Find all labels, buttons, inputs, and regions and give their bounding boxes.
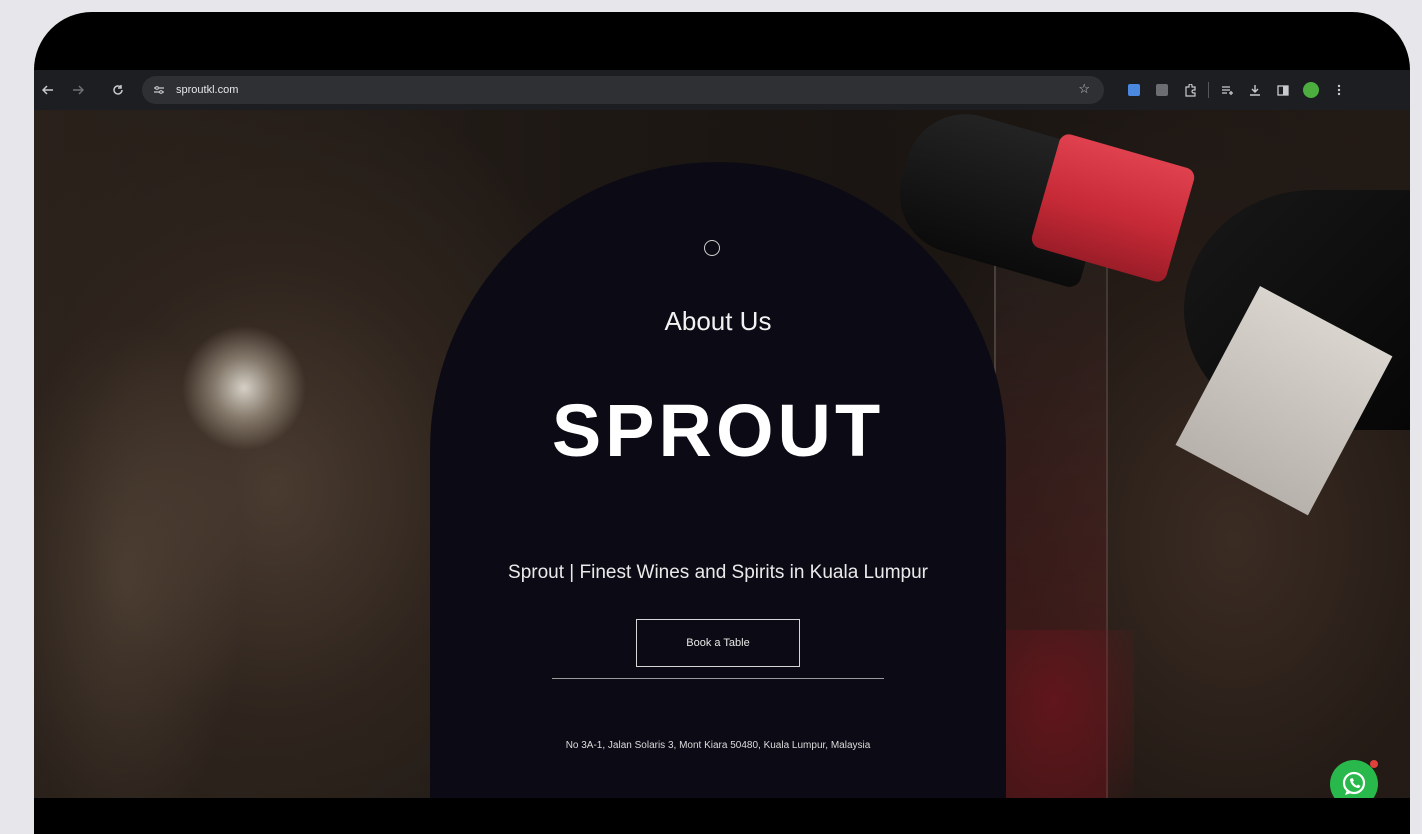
browser-toolbar: sproutkl.com ☆ — [34, 70, 1410, 110]
reload-icon[interactable] — [104, 76, 132, 104]
extensions-puzzle-icon[interactable] — [1176, 76, 1204, 104]
extension-translate-icon[interactable] — [1120, 76, 1148, 104]
url-text: sproutkl.com — [176, 84, 239, 96]
brand-title: SPROUT — [551, 389, 885, 472]
book-table-button[interactable]: Book a Table — [636, 619, 800, 667]
whatsapp-icon — [1342, 771, 1366, 795]
website-page: About Us SPROUT Sprout | Finest Wines an… — [34, 110, 1410, 798]
device-frame: sproutkl.com ☆ About Us SPROUT Sprout | … — [34, 12, 1410, 834]
about-heading: About Us — [664, 306, 772, 336]
address-text: No 3A-1, Jalan Solaris 3, Mont Kiara 504… — [565, 740, 871, 751]
reading-list-icon[interactable] — [1213, 76, 1241, 104]
address-bar[interactable]: sproutkl.com ☆ — [142, 76, 1104, 104]
side-panel-icon[interactable] — [1269, 76, 1297, 104]
profile-avatar[interactable] — [1297, 76, 1325, 104]
download-icon[interactable] — [1241, 76, 1269, 104]
extension-grey-icon[interactable] — [1148, 76, 1176, 104]
notification-dot — [1370, 760, 1378, 768]
site-settings-icon[interactable] — [150, 81, 168, 99]
divider-line — [552, 678, 884, 679]
tagline: Sprout | Finest Wines and Spirits in Kua… — [508, 562, 928, 583]
bookmark-star-icon[interactable]: ☆ — [1078, 81, 1090, 97]
toolbar-separator — [1208, 82, 1209, 98]
logo-ring-icon — [704, 240, 720, 256]
extensions-area — [1120, 76, 1353, 104]
hero-arch-card: About Us SPROUT Sprout | Finest Wines an… — [430, 162, 1006, 798]
menu-kebab-icon[interactable] — [1325, 76, 1353, 104]
forward-arrow-icon[interactable] — [64, 76, 92, 104]
back-arrow-icon[interactable] — [34, 76, 62, 104]
